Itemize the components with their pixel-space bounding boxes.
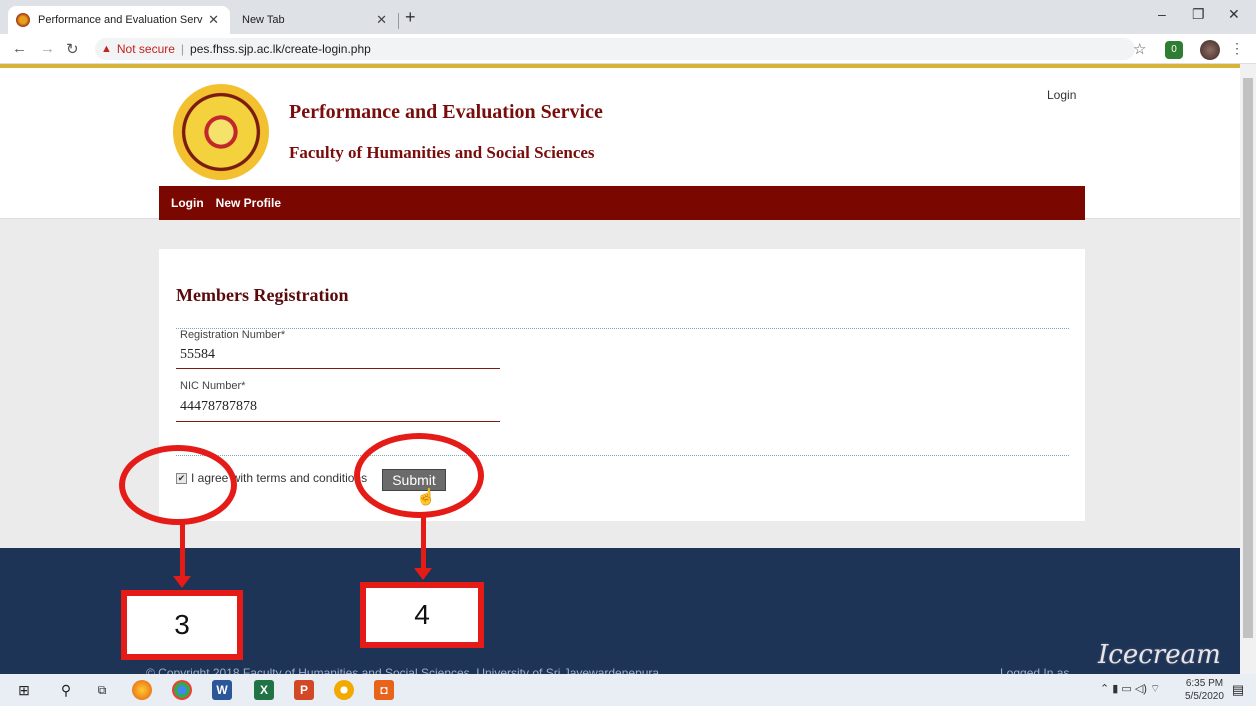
browser-toolbar: ← → ↻ ▲ Not secure | pes.fhss.sjp.ac.lk/… <box>0 34 1256 64</box>
chrome-icon[interactable] <box>172 680 192 700</box>
nav-new-profile[interactable]: New Profile <box>216 196 281 210</box>
window-close-icon[interactable]: ✕ <box>1228 6 1240 23</box>
clock-time: 6:35 PM <box>1185 678 1224 689</box>
url-divider: | <box>180 42 185 56</box>
close-tab-icon[interactable]: ✕ <box>205 12 222 28</box>
profile-avatar[interactable] <box>1200 40 1220 60</box>
powerpoint-icon[interactable]: P <box>294 680 314 700</box>
windows-start-icon[interactable]: ⊞ <box>14 680 34 700</box>
system-tray-icons[interactable]: ⌃ ▮ ▭ ◁) ⌔ <box>1100 682 1160 696</box>
footer-copyright: © Copyright 2018 Faculty of Humanities a… <box>146 666 660 674</box>
divider <box>176 455 1069 456</box>
taskbar-clock[interactable]: 6:35 PM 5/5/2020 <box>1185 677 1224 703</box>
forward-arrow-icon[interactable]: → <box>40 40 55 57</box>
main-nav: Login New Profile <box>159 186 1085 220</box>
back-arrow-icon[interactable]: ← <box>12 40 27 57</box>
site-title: Performance and Evaluation Service <box>289 101 603 123</box>
divider <box>176 328 1069 329</box>
annotation-arrowhead-3 <box>173 576 191 588</box>
clock-date: 5/5/2020 <box>1185 691 1224 702</box>
site-favicon-icon <box>16 13 30 27</box>
registration-card: Members Registration Registration Number… <box>159 249 1085 521</box>
close-tab-icon[interactable]: ✕ <box>373 12 390 28</box>
nic-label: NIC Number* <box>180 380 246 392</box>
app-icon[interactable] <box>334 680 354 700</box>
registration-number-input[interactable]: 55584 <box>180 347 215 363</box>
nav-login[interactable]: Login <box>171 196 204 210</box>
annotation-label-4: 4 <box>360 582 484 648</box>
annotation-circle-submit <box>354 433 484 518</box>
nic-number-input[interactable]: 44478787878 <box>180 399 257 415</box>
excel-icon[interactable]: X <box>254 680 274 700</box>
reload-icon[interactable]: ↻ <box>66 40 79 58</box>
notification-icon[interactable]: ▤ <box>1228 680 1248 700</box>
registration-underline <box>176 368 500 369</box>
warning-triangle-icon: ▲ <box>101 43 112 55</box>
site-subtitle: Faculty of Humanities and Social Science… <box>289 143 595 162</box>
registration-label: Registration Number* <box>180 329 286 341</box>
annotation-arrowhead-4 <box>414 568 432 580</box>
form-title: Members Registration <box>176 285 349 305</box>
browser-tab-bar: Performance and Evaluation Serv ✕ New Ta… <box>0 0 1256 34</box>
tab-title: New Tab <box>242 14 285 26</box>
bookmark-star-icon[interactable]: ☆ <box>1133 40 1146 58</box>
recorder-icon[interactable]: ◘ <box>374 680 394 700</box>
search-icon[interactable]: ⚲ <box>56 680 76 700</box>
tab-separator <box>398 13 399 29</box>
tab-new-tab[interactable]: New Tab ✕ <box>232 6 400 34</box>
nic-underline <box>176 421 500 422</box>
icecream-watermark: Icecream <box>1098 640 1221 670</box>
task-view-icon[interactable]: ⧉ <box>92 680 112 700</box>
tab-performance-evaluation[interactable]: Performance and Evaluation Serv ✕ <box>8 6 230 34</box>
word-icon[interactable]: W <box>212 680 232 700</box>
annotation-label-3: 3 <box>121 590 243 660</box>
header-login-link[interactable]: Login <box>1047 88 1076 102</box>
url-text: pes.fhss.sjp.ac.lk/create-login.php <box>190 42 371 56</box>
minimize-icon[interactable]: – <box>1158 6 1166 22</box>
footer-logged-in: Logged In as <box>1000 666 1070 674</box>
security-status: Not secure <box>116 42 175 56</box>
new-tab-plus-icon[interactable]: + <box>405 7 416 28</box>
windows-taskbar: ⊞ ⚲ ⧉ W X P ◘ ⌃ ▮ ▭ ◁) ⌔ 6:35 PM 5/5/202… <box>0 674 1256 706</box>
more-menu-icon[interactable]: ⋮ <box>1230 40 1244 57</box>
tab-title: Performance and Evaluation Serv <box>38 14 203 26</box>
annotation-circle-checkbox <box>119 445 237 525</box>
restore-icon[interactable]: ❐ <box>1192 6 1205 23</box>
annotation-arrow-3 <box>180 522 185 578</box>
university-logo <box>173 84 269 180</box>
scrollbar-thumb[interactable] <box>1243 78 1253 638</box>
address-bar[interactable]: ▲ Not secure | pes.fhss.sjp.ac.lk/create… <box>95 38 1135 60</box>
extension-icon[interactable]: 0 <box>1165 41 1183 59</box>
firefox-icon[interactable] <box>132 680 152 700</box>
annotation-arrow-4 <box>421 515 426 570</box>
